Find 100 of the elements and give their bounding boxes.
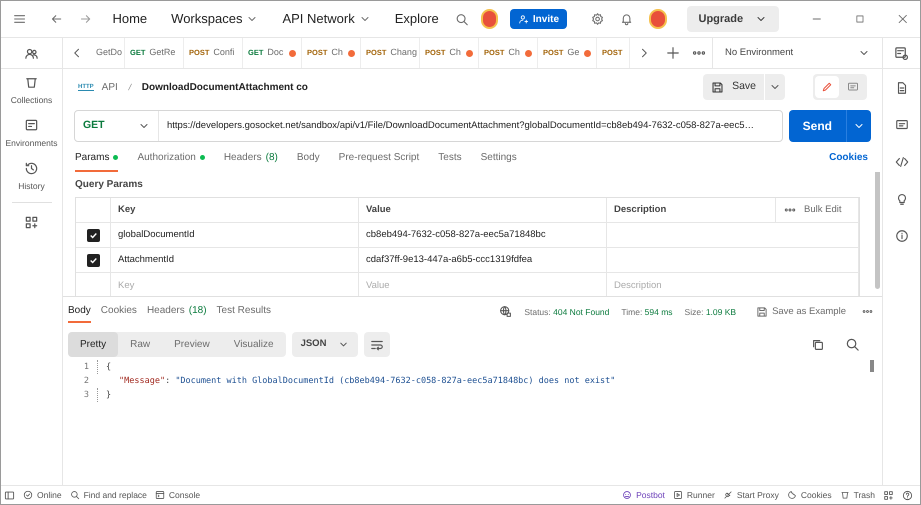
bot-icon <box>622 490 632 500</box>
line-number: 3 <box>82 389 90 402</box>
table-cell-text: cb8eb494-7632-c058-827a-eec5a71848bc <box>366 228 546 242</box>
upgrade-button[interactable]: Upgrade <box>686 6 780 32</box>
avatar[interactable] <box>480 9 498 29</box>
code-line: } <box>97 388 112 402</box>
response-tab[interactable]: Cookies <box>100 303 137 323</box>
comment-icon[interactable] <box>894 118 908 132</box>
line-number: 2 <box>82 375 90 388</box>
status-bar-item[interactable]: Start Proxy <box>722 488 779 502</box>
checkbox[interactable] <box>86 228 100 242</box>
request-section-tab[interactable]: Settings <box>480 150 517 172</box>
status-bar-item[interactable]: Runner <box>672 488 715 502</box>
column-header: Value <box>366 202 391 217</box>
nav-link[interactable]: Explore <box>386 9 447 29</box>
scrollbar[interactable] <box>875 172 880 289</box>
edit-button[interactable] <box>815 76 839 98</box>
line-number: 1 <box>82 361 90 374</box>
view-mode-tab[interactable]: Pretty <box>68 332 118 357</box>
cookies-link[interactable]: Cookies <box>829 150 868 172</box>
invite-button[interactable]: Invite <box>510 9 568 29</box>
table-cell-text: cdaf37ff-9e13-447a-a6b5-ccc1319fdfea <box>366 252 532 267</box>
layout-icon[interactable] <box>883 490 894 500</box>
request-section-tab[interactable]: Tests <box>438 150 462 172</box>
table-cell-text: globalDocumentId <box>118 228 195 242</box>
sidebar-label[interactable]: History <box>18 180 45 192</box>
status-bar-item[interactable]: Postbot <box>622 488 665 502</box>
view-mode-tab[interactable]: Raw <box>118 332 162 357</box>
add-grid-icon[interactable] <box>24 214 39 230</box>
bin-icon <box>840 490 850 500</box>
request-section-tab[interactable]: Body <box>296 150 320 172</box>
breadcrumb-link[interactable]: API <box>102 80 118 94</box>
sidebar-toggle-icon[interactable] <box>4 490 15 500</box>
request-section-tab[interactable]: Headers (8) <box>224 150 278 172</box>
search-icon <box>70 490 80 500</box>
input-field[interactable]: Description <box>607 273 858 296</box>
slash-icon <box>126 81 134 93</box>
plus-icon[interactable] <box>666 46 680 60</box>
check-icon <box>88 256 98 264</box>
request-section-tab[interactable]: Pre-request Script <box>338 150 420 172</box>
settings-icon[interactable] <box>591 11 604 27</box>
cookie-icon <box>786 490 797 500</box>
code-line: "Message": "Document with GlobalDocumentId (cb8eb494-7632-c058-827a-eec5a71848bc) does not exist" <box>118 375 616 388</box>
column-header: Description <box>614 202 666 217</box>
status-bar-item[interactable]: Find and replace <box>70 488 147 502</box>
url-field[interactable]: https://developers.gosocket.net/sandbox/api/v1/File/DownloadDocumentAttachment?globalDocumentId=cb8eb494-7632-c058-827a-eec5… <box>159 118 762 134</box>
table-cell-text: AttachmentId <box>118 252 174 267</box>
close-icon[interactable] <box>896 12 908 26</box>
status-bar-item[interactable]: Trash <box>840 488 875 502</box>
input-field[interactable]: Key <box>111 273 358 296</box>
help-icon[interactable] <box>902 490 913 500</box>
request-tab[interactable]: GetDo <box>91 38 125 68</box>
wrap-button[interactable] <box>364 332 390 357</box>
online-icon <box>23 490 33 500</box>
check-icon <box>88 230 98 240</box>
comment-icon <box>847 81 859 93</box>
section-title: Query Params <box>75 178 144 192</box>
user-add-icon <box>518 14 529 24</box>
info-icon[interactable] <box>894 228 908 242</box>
sidebar-label[interactable]: Collections <box>10 94 52 106</box>
response-meta: Time: 594 ms <box>621 306 673 318</box>
response-meta: Status: 404 Not Found <box>524 306 610 318</box>
globe-icon[interactable] <box>499 305 512 318</box>
request-name: DownloadDocumentAttachment co <box>142 80 308 94</box>
status-bar-item[interactable]: Online <box>23 488 62 502</box>
response-tab[interactable]: Body <box>68 303 91 323</box>
input-field[interactable]: Value <box>359 273 606 296</box>
copy-icon[interactable] <box>811 338 825 352</box>
status-bar-item[interactable]: Console <box>154 488 200 502</box>
request-section-tab[interactable]: Authorization <box>137 150 205 172</box>
plug-icon <box>722 490 733 500</box>
environment-selector[interactable]: No Environment <box>712 38 882 68</box>
format-dropdown[interactable]: JSON <box>292 332 358 357</box>
maximize-icon[interactable] <box>854 13 864 25</box>
play-icon <box>672 490 683 500</box>
column-header: Key <box>118 202 136 217</box>
environment-icon[interactable] <box>24 118 39 133</box>
request-section-tab[interactable]: Params <box>75 150 118 172</box>
response-tab[interactable]: Test Results <box>216 303 272 323</box>
view-mode-tab[interactable]: Preview <box>162 332 222 357</box>
nav-link[interactable]: API Network <box>274 9 379 29</box>
sidebar-label[interactable]: Environments <box>6 136 58 150</box>
checkbox[interactable] <box>86 254 100 266</box>
status-bar-item[interactable]: Cookies <box>786 488 832 502</box>
response-tab[interactable]: Headers (18) <box>146 303 207 323</box>
method-dropdown[interactable]: GET <box>75 111 159 141</box>
scrollbar[interactable] <box>870 360 874 372</box>
code-icon[interactable] <box>894 154 908 168</box>
avatar[interactable] <box>649 9 666 29</box>
save-example-button[interactable]: Save as Example <box>756 304 846 319</box>
search-icon[interactable] <box>845 337 860 352</box>
nav-link[interactable]: Workspaces <box>163 9 266 29</box>
response-meta: Size: 1.09 KB <box>684 306 736 318</box>
history-icon[interactable] <box>24 160 39 176</box>
view-mode-tab[interactable]: Visualize <box>222 332 286 357</box>
bulk-edit-link[interactable]: Bulk Edit <box>804 202 842 218</box>
code-line: { <box>97 360 112 374</box>
console-icon <box>154 490 165 500</box>
nav-link[interactable]: Home <box>104 9 156 29</box>
environment-quick-look-icon[interactable] <box>894 46 909 60</box>
